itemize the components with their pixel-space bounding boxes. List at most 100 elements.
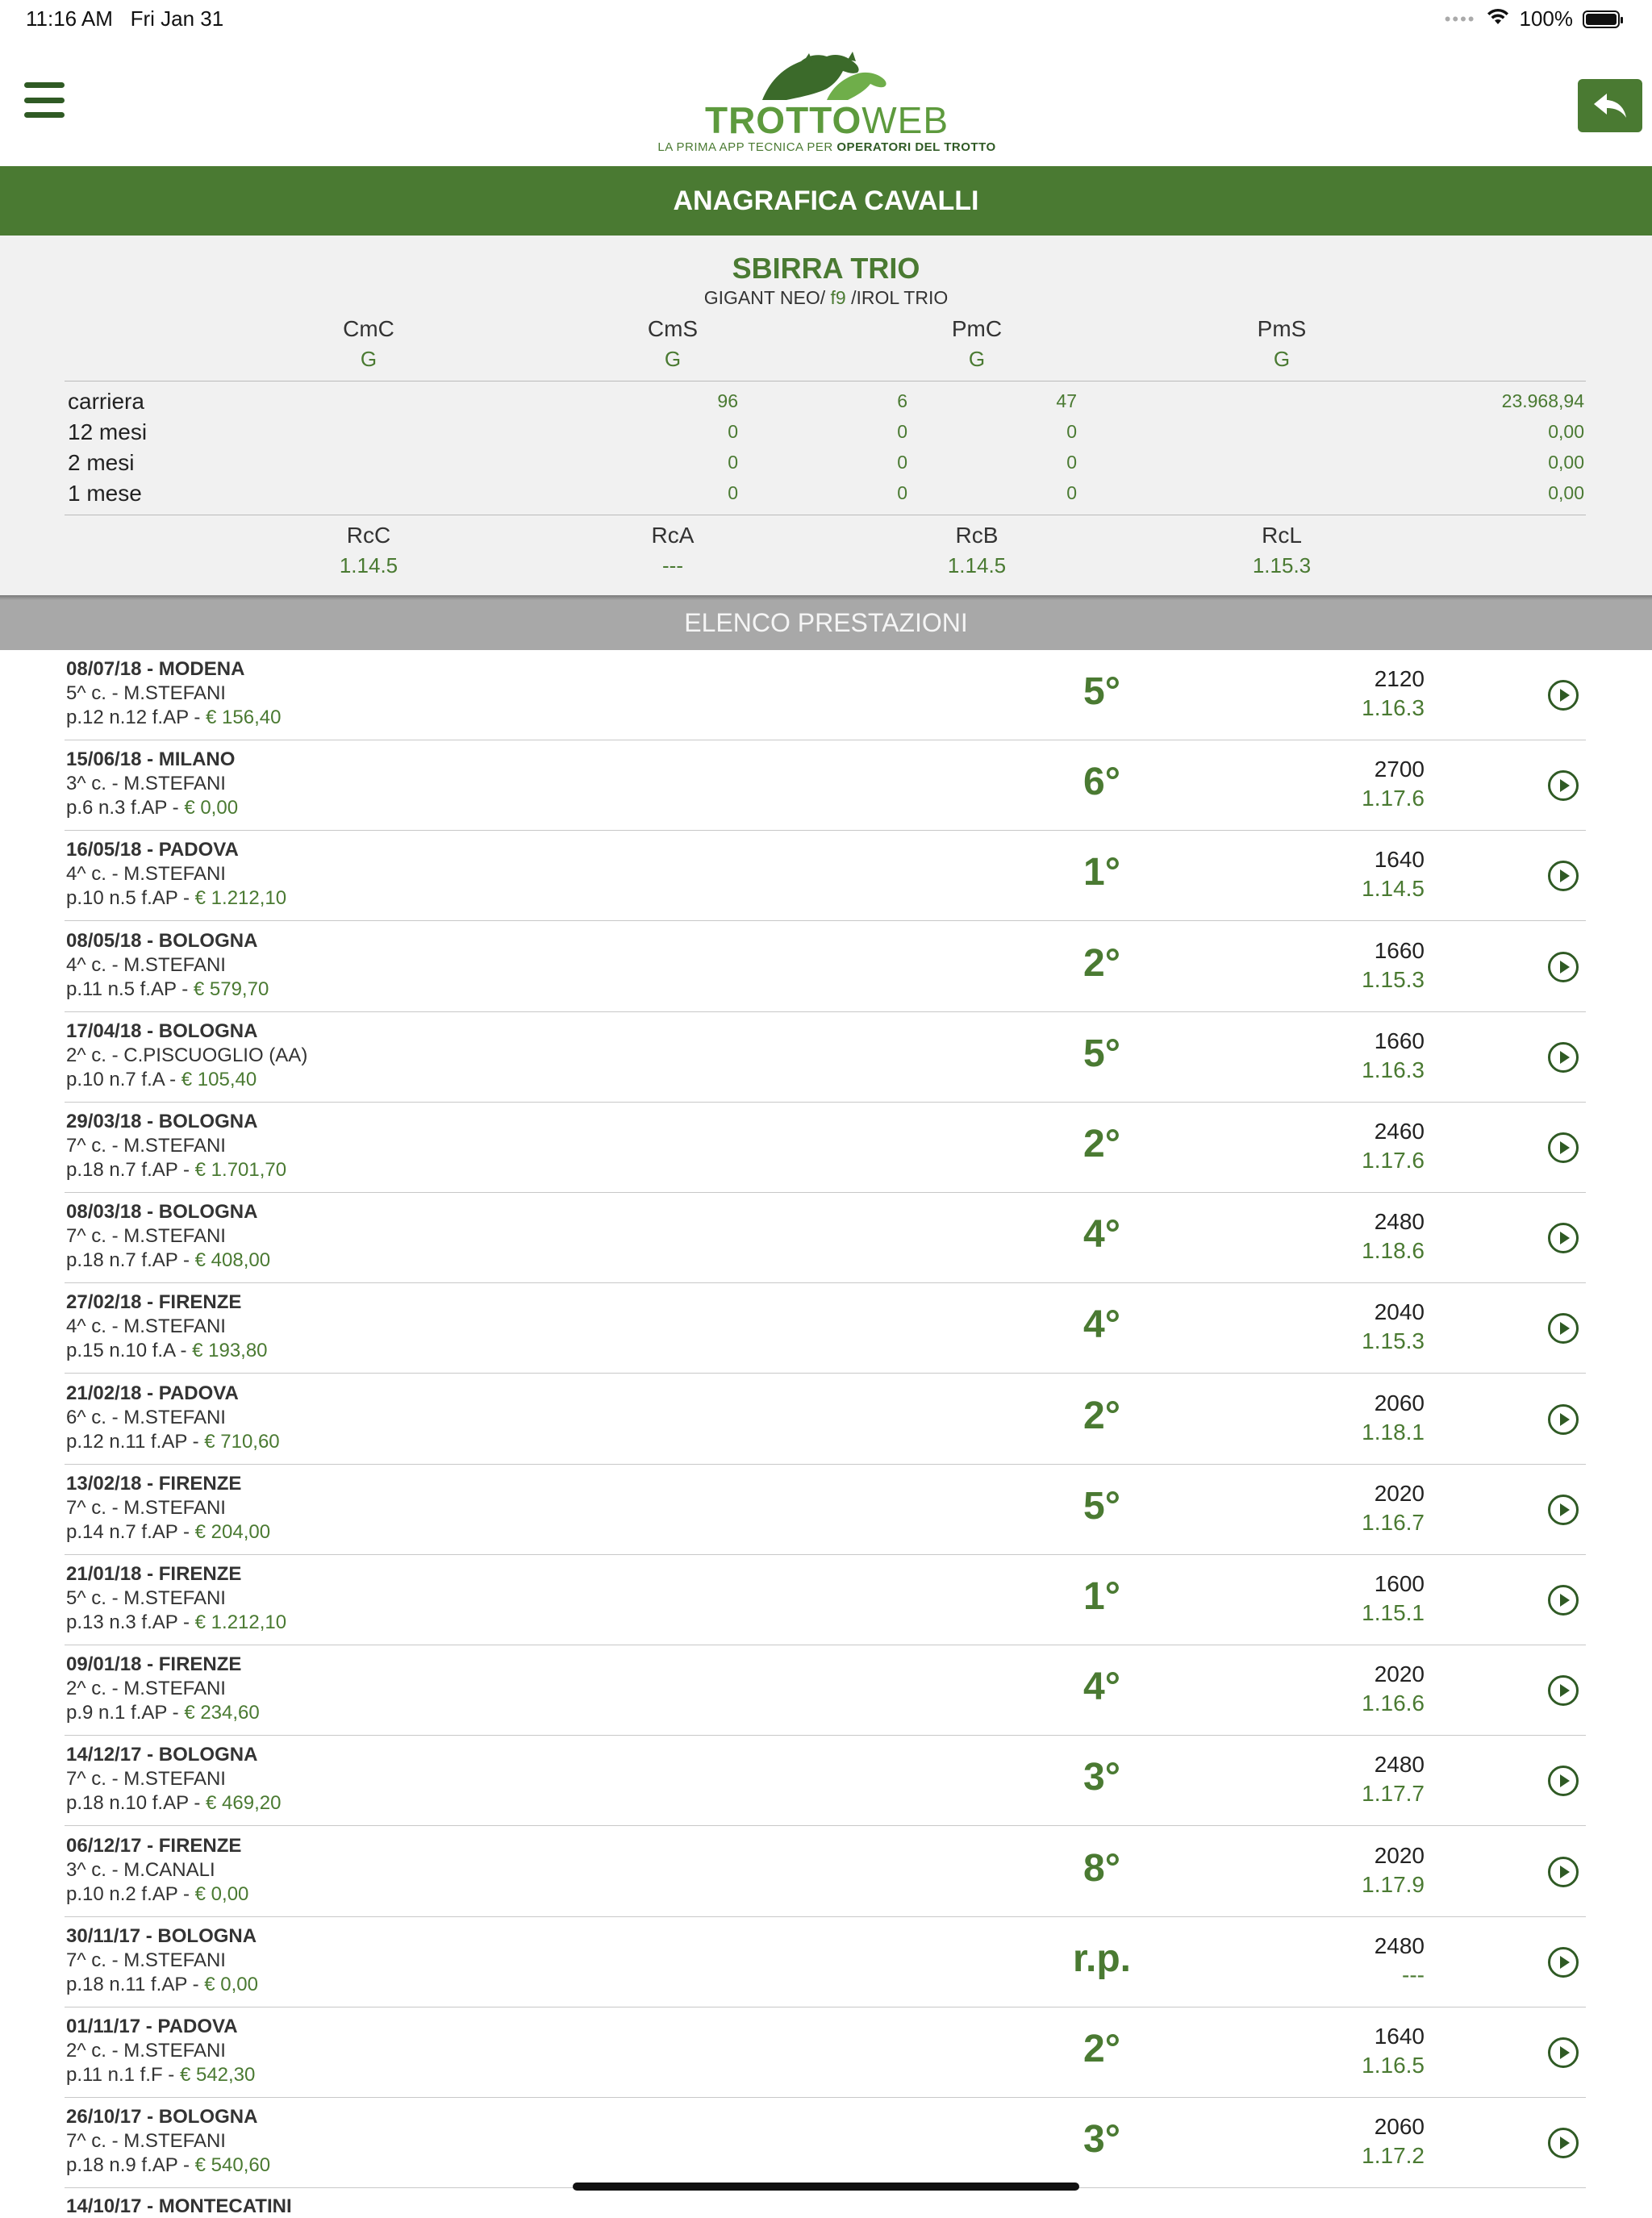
race-distance: 1660 [1374, 1028, 1425, 1053]
race-placing: 5° [1083, 1032, 1120, 1075]
back-button[interactable] [1578, 79, 1642, 132]
play-video-icon[interactable] [1547, 1856, 1579, 1888]
race-placing: 8° [1083, 1846, 1120, 1890]
race-number-driver: 5^ c. - M.STEFANI [66, 1587, 226, 1609]
race-number-driver: 7^ c. - M.STEFANI [66, 1949, 226, 1971]
play-video-icon[interactable] [1547, 1222, 1579, 1254]
race-prize: € 0,00 [204, 1973, 258, 1995]
race-prize: € 469,20 [206, 1792, 282, 1815]
play-video-icon[interactable] [1547, 1312, 1579, 1345]
horse-sex-age: f9 [830, 287, 846, 308]
race-row[interactable]: 27/02/18 - FIRENZE 4^ c. - M.STEFANI p.1… [0, 1283, 1652, 1374]
race-number-driver: 3^ c. - M.STEFANI [66, 773, 226, 795]
race-placing: 1° [1083, 1575, 1120, 1618]
play-video-icon[interactable] [1547, 2037, 1579, 2069]
race-time: 1.17.6 [1362, 786, 1425, 811]
play-video-icon[interactable] [1547, 769, 1579, 802]
race-distance: 2700 [1374, 757, 1425, 782]
race-details: p.18 n.7 f.AP - € 1.701,70 [66, 1159, 287, 1181]
play-video-icon[interactable] [1547, 860, 1579, 892]
play-video-icon[interactable] [1547, 1494, 1579, 1526]
race-details: p.15 n.10 f.A - € 193,80 [66, 1340, 268, 1362]
race-date-venue: 15/06/18 - MILANO [66, 748, 236, 771]
play-video-icon[interactable] [1547, 1041, 1579, 1074]
race-row[interactable]: 13/02/18 - FIRENZE 7^ c. - M.STEFANI p.1… [0, 1465, 1652, 1555]
race-number-driver: 6^ c. - M.STEFANI [66, 1406, 226, 1428]
race-placing: 4° [1083, 1213, 1120, 1257]
race-row[interactable]: 09/01/18 - FIRENZE 2^ c. - M.STEFANI p.9… [0, 1645, 1652, 1736]
race-date-venue: 16/05/18 - PADOVA [66, 839, 239, 861]
race-row[interactable]: 15/06/18 - MILANO 3^ c. - M.STEFANI p.6 … [0, 740, 1652, 832]
stat-places: 0 [1066, 421, 1077, 442]
play-video-icon[interactable] [1547, 1946, 1579, 1978]
race-prize: € 105,40 [181, 1068, 257, 1090]
race-details: p.18 n.10 f.AP - € 469,20 [66, 1792, 282, 1815]
race-row[interactable]: 29/03/18 - BOLOGNA 7^ c. - M.STEFANI p.1… [0, 1103, 1652, 1193]
race-row[interactable]: 30/11/17 - BOLOGNA 7^ c. - M.STEFANI p.1… [0, 1917, 1652, 2007]
header-rcl: RcL [1262, 523, 1302, 548]
battery-percent: 100% [1519, 6, 1574, 31]
header-rcb: RcB [955, 523, 999, 548]
race-details: p.10 n.2 f.AP - € 0,00 [66, 1882, 249, 1905]
race-date-venue: 26/10/17 - BOLOGNA [66, 2106, 258, 2128]
race-row[interactable]: 26/10/17 - BOLOGNA 7^ c. - M.STEFANI p.1… [0, 2098, 1652, 2189]
play-video-icon[interactable] [1547, 951, 1579, 983]
play-video-icon[interactable] [1547, 1403, 1579, 1436]
stat-label: carriera [68, 389, 144, 414]
race-distance: 2060 [1374, 1390, 1425, 1415]
hamburger-menu-icon[interactable] [24, 82, 65, 118]
horse-info-panel: SBIRRA TRIO GIGANT NEO/ f9 /IROL TRIO Cm… [0, 236, 1652, 595]
race-prize: € 193,80 [192, 1340, 268, 1362]
race-row[interactable]: 21/01/18 - FIRENZE 5^ c. - M.STEFANI p.1… [0, 1555, 1652, 1645]
play-video-icon[interactable] [1547, 1674, 1579, 1707]
stat-places: 47 [1056, 390, 1077, 411]
race-row[interactable]: 14/12/17 - BOLOGNA 7^ c. - M.STEFANI p.1… [0, 1736, 1652, 1827]
home-indicator[interactable] [573, 2183, 1079, 2191]
race-distance: 1640 [1374, 2024, 1425, 2049]
play-video-icon[interactable] [1547, 2127, 1579, 2159]
race-row[interactable]: 16/05/18 - PADOVA 4^ c. - M.STEFANI p.10… [0, 831, 1652, 922]
race-row[interactable]: 08/05/18 - BOLOGNA 4^ c. - M.STEFANI p.1… [0, 922, 1652, 1012]
race-placing: r.p. [1072, 1937, 1132, 1980]
play-video-icon[interactable] [1547, 1584, 1579, 1616]
stat-wins: 6 [897, 390, 907, 411]
section-header: ELENCO PRESTAZIONI [0, 595, 1652, 650]
value-cms: G [664, 347, 682, 371]
play-video-icon[interactable] [1547, 1765, 1579, 1797]
page-title: ANAGRAFICA CAVALLI [0, 166, 1652, 236]
clock: 11:16 AM [26, 6, 113, 31]
battery-icon [1583, 10, 1623, 28]
race-row[interactable]: 08/07/18 - MODENA 5^ c. - M.STEFANI p.12… [0, 650, 1652, 740]
race-number-driver: 7^ c. - M.STEFANI [66, 1496, 226, 1519]
race-row[interactable]: 17/04/18 - BOLOGNA 2^ c. - C.PISCUOGLIO … [0, 1012, 1652, 1103]
race-number-driver: 7^ c. - M.STEFANI [66, 2130, 226, 2153]
race-prize: € 1.212,10 [194, 1611, 287, 1633]
race-row[interactable]: 01/11/17 - PADOVA 2^ c. - M.STEFANI p.11… [0, 2007, 1652, 2098]
race-number-driver: 7^ c. - M.STEFANI [66, 1135, 226, 1157]
play-video-icon[interactable] [1547, 1132, 1579, 1164]
race-details: p.6 n.3 f.AP - € 0,00 [66, 797, 239, 819]
stat-starts: 0 [728, 452, 738, 473]
race-details: p.11 n.1 f.F - € 542,30 [66, 2064, 256, 2086]
play-video-icon[interactable] [1547, 679, 1579, 711]
race-details: p.18 n.11 f.AP - € 0,00 [66, 1973, 258, 1995]
race-time: 1.16.5 [1362, 2053, 1425, 2078]
race-details: p.18 n.9 f.AP - € 540,60 [66, 2154, 271, 2177]
race-row[interactable]: 21/02/18 - PADOVA 6^ c. - M.STEFANI p.12… [0, 1374, 1652, 1465]
race-date-venue: 21/02/18 - PADOVA [66, 1382, 239, 1404]
logo-tagline: LA PRIMA APP TECNICA PER OPERATORI DEL T… [657, 140, 996, 154]
race-row[interactable]: 06/12/17 - FIRENZE 3^ c. - M.CANALI p.10… [0, 1827, 1652, 1917]
stat-wins: 0 [897, 421, 907, 442]
race-row[interactable]: 08/03/18 - BOLOGNA 7^ c. - M.STEFANI p.1… [0, 1193, 1652, 1284]
stat-wins: 0 [897, 452, 907, 473]
race-date-venue: 14/12/17 - BOLOGNA [66, 1744, 258, 1766]
race-date-venue: 01/11/17 - PADOVA [66, 2016, 238, 2037]
stat-starts: 0 [728, 421, 738, 442]
race-placing: 5° [1083, 1484, 1120, 1528]
race-details: p.10 n.7 f.A - € 105,40 [66, 1068, 257, 1090]
stat-earnings: 23.968,94 [1501, 390, 1584, 411]
race-distance: 1660 [1374, 937, 1425, 963]
race-distance: 1600 [1374, 1571, 1425, 1596]
race-time: 1.15.1 [1362, 1600, 1425, 1625]
race-prize: € 710,60 [204, 1430, 280, 1453]
